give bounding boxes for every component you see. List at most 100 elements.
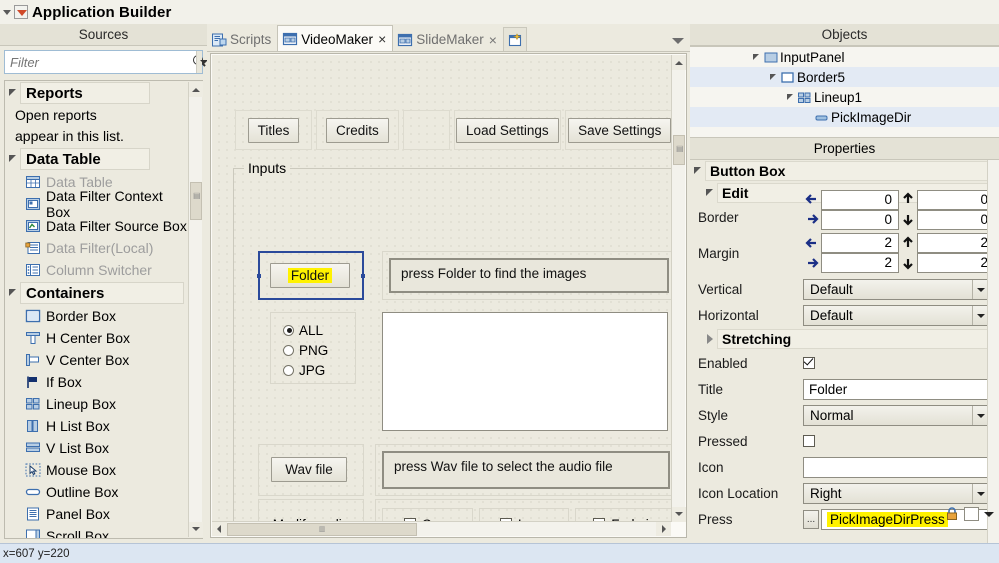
- canvas-scroll-down-icon[interactable]: [672, 507, 686, 522]
- section-expand-icon[interactable]: [692, 165, 704, 177]
- enabled-checkbox[interactable]: [803, 357, 815, 369]
- icon-input[interactable]: [803, 456, 989, 478]
- sources-item-if-box[interactable]: If Box: [5, 371, 188, 393]
- object-node-inputpanel[interactable]: InputPanel: [690, 47, 999, 67]
- chevron-down-icon[interactable]: [972, 305, 988, 325]
- pressed-checkbox[interactable]: [803, 435, 815, 447]
- radio-all-dot[interactable]: [283, 324, 294, 336]
- canvas-horizontal-scrollbar[interactable]: ▥: [212, 521, 671, 536]
- radio-jpg[interactable]: JPG: [283, 360, 355, 380]
- scrollbar-thumb[interactable]: [190, 182, 202, 220]
- radio-jpg-dot[interactable]: [283, 364, 294, 376]
- vertical-combo[interactable]: Default: [803, 278, 989, 300]
- tab-scripts[interactable]: Scripts: [207, 27, 277, 52]
- sources-item-v-list-box[interactable]: V List Box: [5, 437, 188, 459]
- sources-item-data-filter-source-box[interactable]: Data Filter Source Box: [5, 215, 188, 237]
- group-expand-icon[interactable]: [7, 153, 19, 165]
- title-input[interactable]: Folder: [803, 378, 989, 400]
- radio-png-dot[interactable]: [283, 344, 294, 356]
- load-settings-button[interactable]: Load Settings: [456, 117, 559, 143]
- tab-slidemaker[interactable]: SlideMaker ×: [393, 27, 503, 52]
- canvas-vertical-scrollbar[interactable]: [671, 55, 686, 522]
- canvas-viewport[interactable]: Titles Credits Load Settings Save Settin…: [212, 55, 671, 522]
- margin-bottom-value[interactable]: 2: [917, 253, 995, 273]
- tab-close-icon[interactable]: ×: [487, 32, 497, 48]
- save-settings-button[interactable]: Save Settings: [568, 117, 671, 143]
- tab-videomaker[interactable]: VideoMaker ×: [277, 25, 394, 52]
- border-left-value[interactable]: 0: [917, 190, 995, 210]
- edit-section-expand-icon[interactable]: [704, 187, 716, 199]
- object-node-pickimagedir[interactable]: PickImageDir: [690, 107, 999, 127]
- sources-item-h-list-box[interactable]: H List Box: [5, 415, 188, 437]
- crop-checkbox-row[interactable]: Crop: [382, 508, 473, 522]
- properties-stretching-section[interactable]: Stretching: [690, 328, 999, 350]
- window-collapse-icon[interactable]: [2, 7, 13, 18]
- sources-item-panel-box[interactable]: Panel Box: [5, 503, 188, 525]
- chevron-down-icon[interactable]: [972, 483, 988, 503]
- chevron-down-icon[interactable]: [972, 405, 988, 425]
- margin-top-value[interactable]: 2: [917, 233, 995, 253]
- style-combo[interactable]: Normal: [803, 404, 989, 426]
- wav-hint-field[interactable]: press Wav file to select the audio file: [382, 451, 670, 489]
- canvas-scroll-left-icon[interactable]: [212, 522, 227, 536]
- objects-tree[interactable]: InputPanel Border5 Lineup1 PickImageDir: [690, 46, 999, 138]
- sources-item-mouse-box[interactable]: Mouse Box: [5, 459, 188, 481]
- form-canvas[interactable]: Titles Credits Load Settings Save Settin…: [210, 53, 687, 538]
- properties-menu-icon[interactable]: [983, 507, 995, 521]
- folder-button[interactable]: Folder: [270, 263, 350, 288]
- scroll-down-icon[interactable]: [189, 522, 203, 537]
- canvas-scroll-up-icon[interactable]: [672, 55, 686, 70]
- margin-left-value[interactable]: 2: [821, 233, 899, 253]
- margin-right-value[interactable]: 2: [821, 253, 899, 273]
- wav-file-button[interactable]: Wav file: [271, 457, 347, 482]
- sources-scrollbar[interactable]: [188, 82, 203, 537]
- sources-group-reports[interactable]: Reports: [5, 81, 188, 105]
- image-list-box[interactable]: [382, 312, 668, 431]
- object-node-lineup1[interactable]: Lineup1: [690, 87, 999, 107]
- stretching-expand-icon[interactable]: [704, 333, 716, 345]
- selection-handle-left[interactable]: [257, 274, 261, 278]
- properties-filter-box[interactable]: [964, 506, 979, 521]
- sources-group-containers[interactable]: Containers: [5, 281, 188, 305]
- canvas-scrollbar-thumb[interactable]: [673, 135, 685, 165]
- icon-location-combo[interactable]: Right: [803, 482, 989, 504]
- titles-button[interactable]: Titles: [247, 117, 300, 143]
- sources-item-column-switcher[interactable]: Column Switcher: [5, 259, 188, 281]
- press-browse-button[interactable]: ...: [803, 509, 819, 529]
- sources-item-outline-box[interactable]: Outline Box: [5, 481, 188, 503]
- object-node-border5[interactable]: Border5: [690, 67, 999, 87]
- group-expand-icon[interactable]: [7, 287, 19, 299]
- sources-item-v-center-box[interactable]: V Center Box: [5, 349, 188, 371]
- lock-icon[interactable]: [944, 506, 960, 521]
- radio-png[interactable]: PNG: [283, 340, 355, 360]
- sources-item-data-filter-context-box[interactable]: Data Filter Context Box: [5, 188, 188, 220]
- node-expand-icon[interactable]: [767, 71, 780, 84]
- properties-scrollbar[interactable]: [987, 160, 999, 543]
- node-expand-icon[interactable]: [784, 91, 797, 104]
- border-bottom-value[interactable]: 0: [821, 210, 899, 230]
- filter-input[interactable]: [5, 53, 190, 71]
- tab-close-icon[interactable]: ×: [376, 31, 386, 47]
- sources-item-lineup-box[interactable]: Lineup Box: [5, 393, 188, 415]
- folder-hint-field[interactable]: press Folder to find the images: [389, 258, 669, 293]
- border-top-value[interactable]: 0: [821, 190, 899, 210]
- new-form-icon[interactable]: [502, 27, 527, 52]
- horizontal-combo[interactable]: Default: [803, 304, 989, 326]
- credits-button[interactable]: Credits: [325, 117, 389, 143]
- sources-item-data-filter-local[interactable]: Data Filter(Local): [5, 237, 188, 259]
- canvas-scroll-right-icon[interactable]: [656, 522, 671, 536]
- sources-item-h-center-box[interactable]: H Center Box: [5, 327, 188, 349]
- chevron-down-icon[interactable]: [972, 279, 988, 299]
- scroll-up-icon[interactable]: [189, 82, 203, 97]
- chevron-down-icon[interactable]: [672, 34, 684, 46]
- loop-checkbox-row[interactable]: Loop: [478, 508, 570, 522]
- canvas-hscrollbar-thumb[interactable]: ▥: [227, 522, 417, 536]
- selection-handle-right[interactable]: [361, 274, 365, 278]
- group-expand-icon[interactable]: [7, 87, 19, 99]
- sources-item-scroll-box[interactable]: Scroll Box: [5, 525, 188, 538]
- sources-group-data-table[interactable]: Data Table: [5, 147, 188, 171]
- fade-in-checkbox-row[interactable]: Fade in: [575, 508, 671, 522]
- node-expand-icon[interactable]: [750, 51, 763, 64]
- folder-button-selection[interactable]: Folder: [257, 251, 365, 300]
- properties-object-section[interactable]: Button Box: [690, 160, 999, 182]
